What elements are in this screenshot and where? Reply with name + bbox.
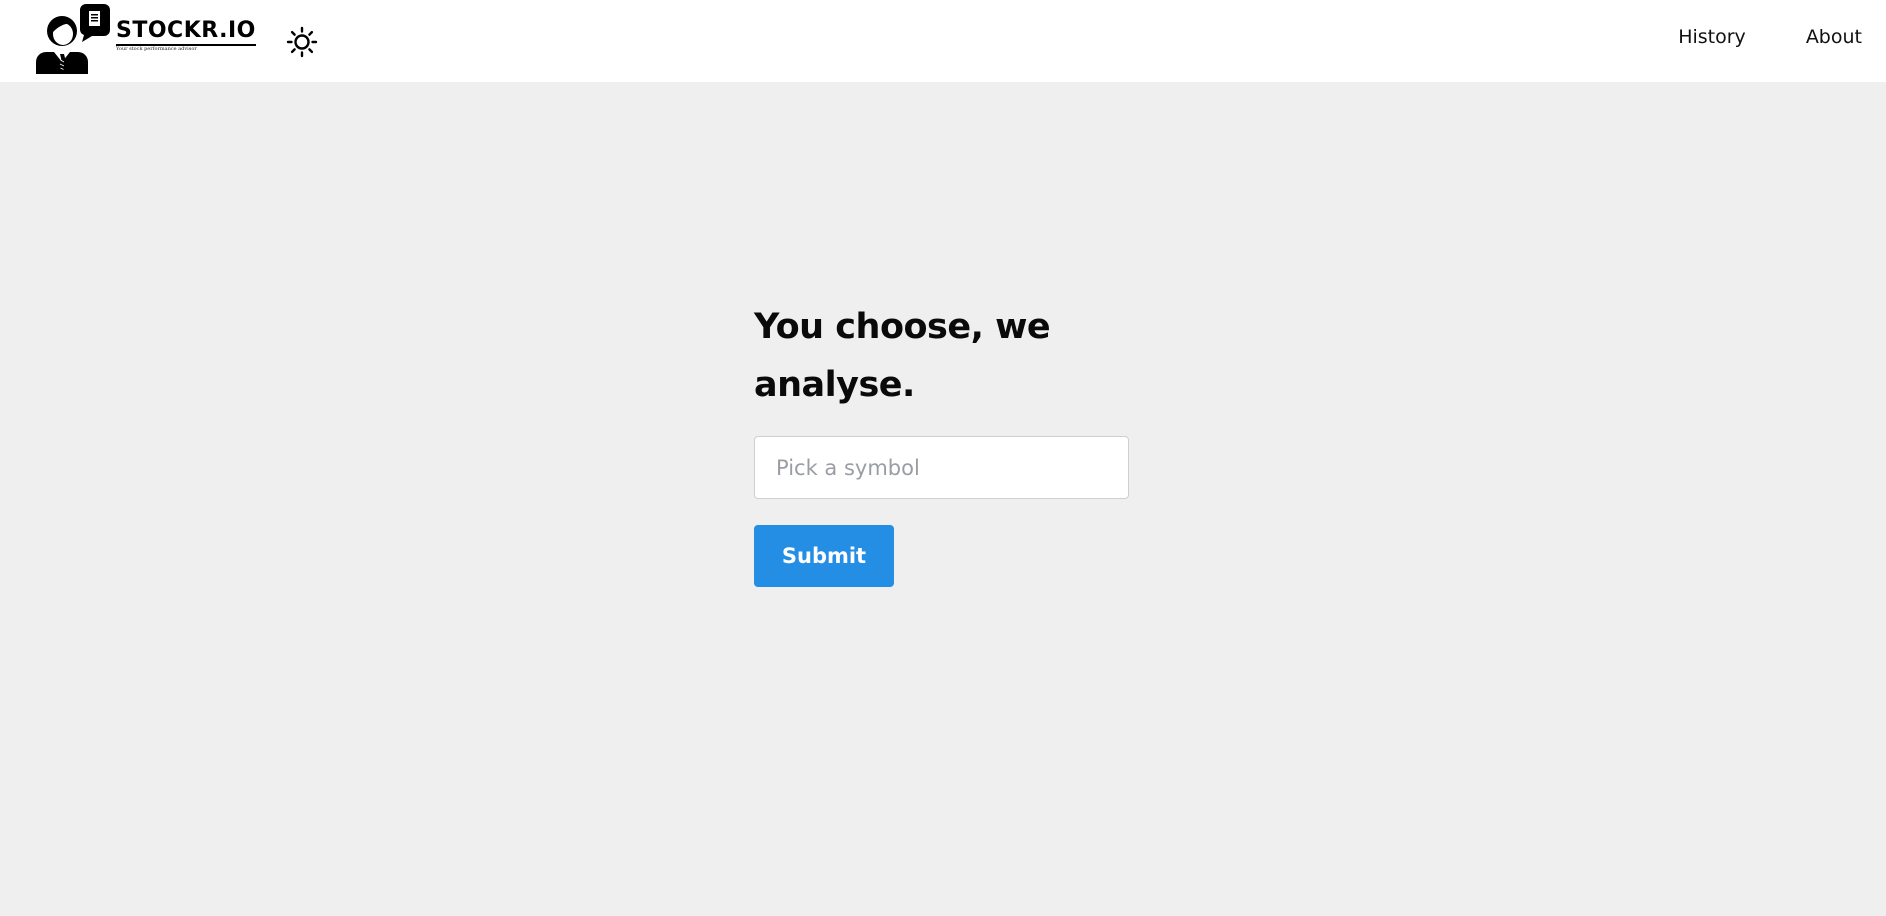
brand-tagline: Your stock performance advisor (116, 46, 197, 52)
symbol-search-input[interactable] (754, 436, 1129, 499)
advisor-logo-icon (36, 4, 110, 74)
theme-toggle-button[interactable] (286, 26, 318, 58)
submit-button[interactable]: Submit (754, 525, 894, 587)
brand-name: STOCKR.IO (116, 20, 256, 46)
top-navbar: STOCKR.IO Your stock performance advisor… (0, 0, 1886, 82)
nav-links: History About (1678, 26, 1862, 48)
nav-link-history[interactable]: History (1678, 26, 1746, 48)
main-content: You choose, we analyse. Submit (754, 298, 1134, 587)
sun-icon (286, 26, 318, 58)
page-headline: You choose, we analyse. (754, 307, 1051, 405)
brand-text: STOCKR.IO Your stock performance advisor (116, 20, 256, 53)
nav-link-about[interactable]: About (1806, 26, 1862, 48)
brand-home-link[interactable]: STOCKR.IO Your stock performance advisor (34, 4, 256, 74)
